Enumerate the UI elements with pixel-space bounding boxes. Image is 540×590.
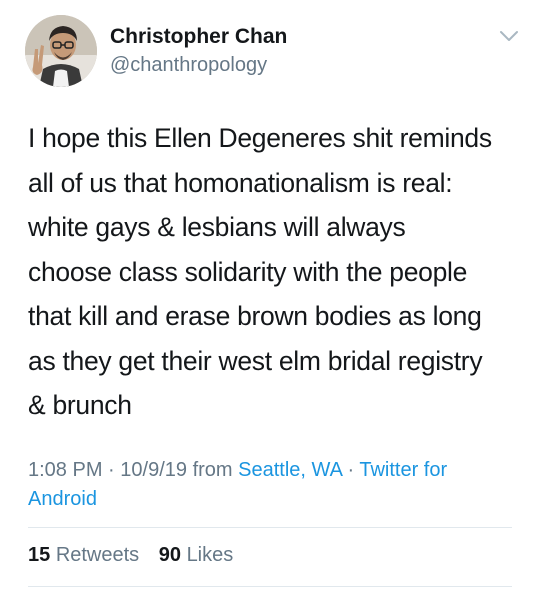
- retweets-stat[interactable]: 15 Retweets: [28, 544, 139, 566]
- retweets-label: Retweets: [55, 544, 140, 566]
- likes-label: Likes: [186, 544, 234, 566]
- likes-count: 90: [158, 544, 181, 566]
- tweet-meta: 1:08 PM · 10/9/19 from Seattle, WA · Twi…: [28, 456, 518, 514]
- likes-stat[interactable]: 90 Likes: [159, 544, 234, 566]
- author-handle[interactable]: @chanthropology: [110, 54, 267, 77]
- meta-separator: ·: [108, 459, 115, 481]
- tweet-stats: 15 Retweets 90 Likes: [28, 544, 247, 567]
- author-name[interactable]: Christopher Chan: [110, 25, 287, 49]
- divider: [28, 527, 512, 528]
- tweet-date[interactable]: 10/9/19: [120, 459, 187, 481]
- avatar-photo-icon: [25, 15, 97, 87]
- retweets-count: 15: [28, 544, 51, 566]
- chevron-down-icon[interactable]: [498, 28, 520, 44]
- divider-bottom: [28, 586, 512, 587]
- avatar[interactable]: [25, 15, 97, 87]
- tweet-time[interactable]: 1:08 PM: [28, 459, 102, 481]
- location-link[interactable]: Seattle, WA: [238, 459, 342, 481]
- tweet-text: I hope this Ellen Degeneres shit reminds…: [28, 123, 492, 420]
- meta-separator-2: ·: [347, 459, 355, 481]
- tweet-card: Christopher Chan @chanthropology I hope …: [0, 0, 540, 590]
- from-label: from: [192, 459, 233, 481]
